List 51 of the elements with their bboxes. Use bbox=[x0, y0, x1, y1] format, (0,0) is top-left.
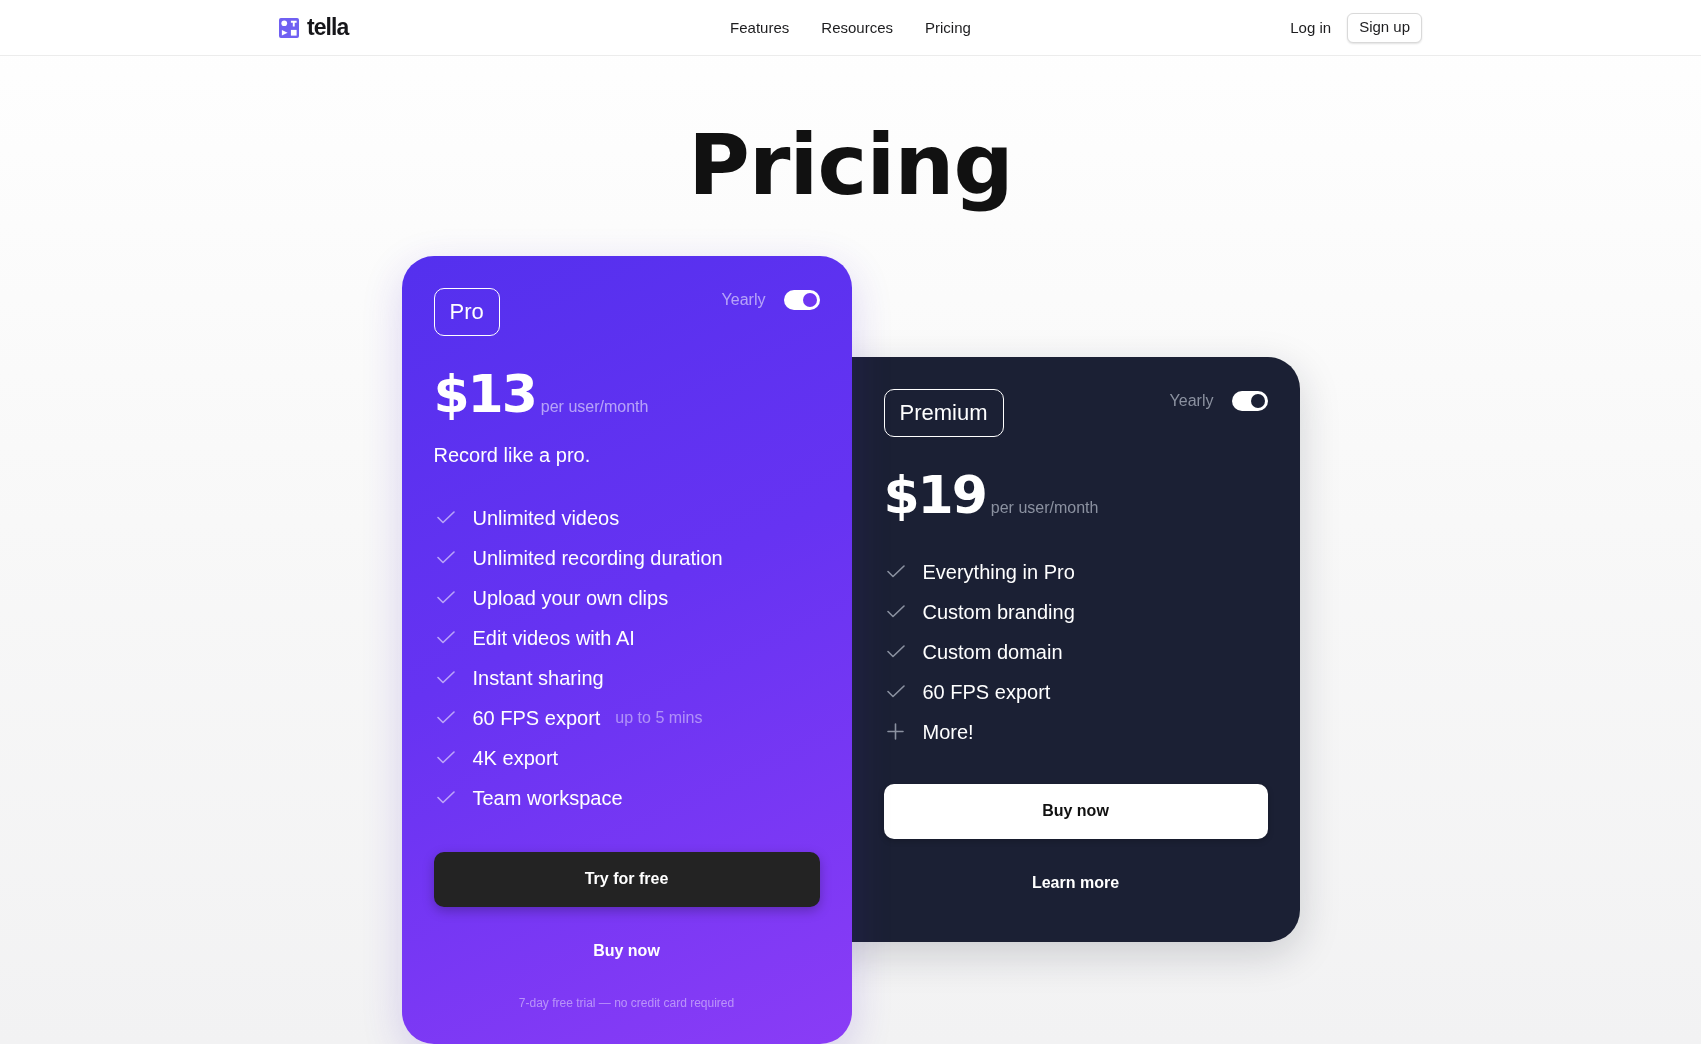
cta-button[interactable]: Buy now bbox=[883, 783, 1268, 839]
plan-badge: Pro bbox=[433, 287, 500, 336]
feature-note: up to 5 mins bbox=[615, 707, 703, 728]
check-icon bbox=[886, 605, 905, 619]
check-icon bbox=[436, 711, 455, 725]
text-link-button[interactable]: Learn more bbox=[1031, 870, 1120, 895]
check-icon bbox=[436, 511, 455, 525]
page-heading: Pricing bbox=[688, 115, 1013, 216]
nav-link[interactable]: Features bbox=[730, 15, 790, 40]
nav-link[interactable]: Resources bbox=[821, 15, 893, 40]
check-icon bbox=[436, 751, 455, 765]
feature-label: More! bbox=[922, 719, 974, 745]
log-in-link[interactable]: Log in bbox=[1290, 15, 1332, 40]
price: $19 bbox=[883, 468, 986, 521]
toggle-switch[interactable] bbox=[783, 289, 820, 310]
feature-label: Team workspace bbox=[472, 785, 623, 811]
check-icon bbox=[886, 645, 905, 659]
plus-icon bbox=[886, 723, 904, 741]
check-icon bbox=[436, 631, 455, 645]
price-unit: per user/month bbox=[540, 396, 649, 417]
sign-up-button[interactable]: Sign up bbox=[1347, 12, 1422, 43]
price: $13 bbox=[433, 367, 536, 420]
plan-badge: Premium bbox=[883, 388, 1004, 437]
text-link-button[interactable]: Buy now bbox=[593, 938, 660, 963]
feature-label: 60 FPS export bbox=[472, 705, 601, 731]
feature-label: 60 FPS export bbox=[922, 679, 1051, 705]
price-unit: per user/month bbox=[990, 497, 1099, 518]
nav-link[interactable]: Pricing bbox=[925, 15, 971, 40]
feature-label: Upload your own clips bbox=[472, 585, 669, 611]
feature-label: Unlimited recording duration bbox=[472, 545, 723, 571]
check-icon bbox=[436, 551, 455, 565]
feature-label: Instant sharing bbox=[472, 665, 604, 691]
feature-label: Everything in Pro bbox=[922, 559, 1075, 585]
toggle-switch[interactable] bbox=[1231, 390, 1268, 411]
billing-label: Yearly bbox=[1169, 390, 1214, 411]
feature-label: Edit videos with AI bbox=[472, 625, 635, 651]
check-icon bbox=[886, 565, 905, 579]
feature-label: Custom branding bbox=[922, 599, 1075, 625]
check-icon bbox=[436, 591, 455, 605]
plan-tagline: Record like a pro. bbox=[433, 442, 592, 468]
check-icon bbox=[886, 685, 905, 699]
billing-label: Yearly bbox=[721, 289, 766, 310]
logo-wordmark: tella bbox=[307, 16, 349, 39]
feature-label: Custom domain bbox=[922, 639, 1063, 665]
check-icon bbox=[436, 791, 455, 805]
cta-button[interactable]: Try for free bbox=[433, 851, 820, 907]
logo-icon bbox=[279, 17, 299, 38]
footnote: 7-day free trial — no credit card required bbox=[517, 994, 736, 1011]
feature-label: 4K export bbox=[472, 745, 559, 771]
check-icon bbox=[436, 671, 455, 685]
feature-label: Unlimited videos bbox=[472, 505, 620, 531]
